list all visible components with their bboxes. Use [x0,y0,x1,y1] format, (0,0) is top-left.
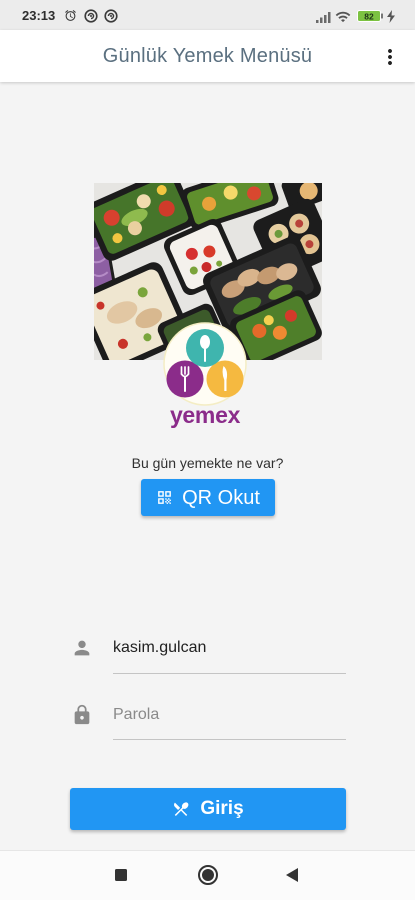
status-time: 23:13 [22,8,56,23]
app-notification-icon [84,9,98,23]
charging-icon [387,10,395,23]
recents-icon[interactable] [114,868,128,882]
person-icon [74,640,90,656]
overflow-menu-button[interactable] [376,43,404,71]
back-icon[interactable] [284,867,300,883]
restaurant-icon [174,802,189,816]
username-input[interactable] [113,630,346,674]
system-nav-bar [0,850,415,900]
page-title: Günlük Yemek Menüsü [102,45,313,67]
more-vert-icon [388,49,392,65]
status-bar: 23:13 82 [0,0,415,30]
wifi-icon [335,11,351,23]
signal-icon [316,12,331,23]
login-button[interactable]: Giriş [70,788,346,830]
login-button-label: Giriş [200,798,244,819]
qr-scan-label: QR Okut [182,486,260,509]
battery-level: 82 [364,12,374,22]
yemex-logo: yemex [150,322,260,432]
app-notification-icon [104,9,118,23]
logo-mark [163,322,247,406]
alarm-icon [65,10,76,21]
qr-scan-button[interactable]: QR Okut [141,479,275,516]
password-input[interactable] [113,696,346,740]
logo-wordmark: yemex [169,402,241,428]
qr-code-icon [158,491,171,504]
app-screen: 23:13 82 Günlük Yemek Menüsü yemex Bu gü… [0,0,415,900]
home-icon[interactable] [197,864,219,886]
battery-icon: 82 [357,10,383,22]
lock-icon [74,704,90,725]
app-bar: Günlük Yemek Menüsü [0,30,415,82]
menu-prompt: Bu gün yemekte ne var? [131,455,284,471]
